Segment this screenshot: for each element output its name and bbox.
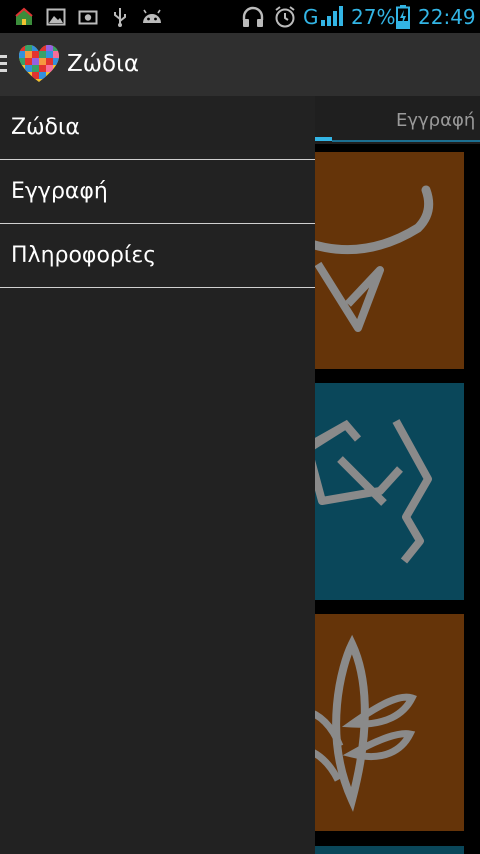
zodiac-tile[interactable] xyxy=(300,152,464,369)
app-title: Ζώδια xyxy=(67,51,140,77)
navigation-drawer: Ζώδια Εγγραφή Πληροφορίες xyxy=(0,96,315,854)
headphones-icon xyxy=(242,6,264,27)
status-bar: G 27% 22:49 xyxy=(0,0,480,33)
drawer-item-zodiac[interactable]: Ζώδια xyxy=(0,96,315,160)
signal-icon xyxy=(321,6,343,26)
drawer-item-label: Ζώδια xyxy=(11,115,80,140)
zodiac-tile[interactable] xyxy=(300,383,464,600)
tab-register[interactable]: Εγγραφή xyxy=(396,109,475,133)
tab-underline xyxy=(332,140,480,142)
drawer-item-label: Πληροφορίες xyxy=(11,243,157,268)
home-app-icon xyxy=(15,7,33,25)
drawer-item-label: Εγγραφή xyxy=(11,179,108,204)
cancer-icon xyxy=(304,419,432,564)
network-type-label: G xyxy=(303,5,319,29)
gallery-icon xyxy=(46,8,66,26)
action-bar: Ζώδια xyxy=(0,33,480,96)
battery-charging-icon xyxy=(396,5,410,29)
heart-mosaic-logo[interactable] xyxy=(18,44,60,84)
taurus-icon xyxy=(300,185,434,332)
battery-percent-label: 27% xyxy=(351,5,396,29)
alarm-icon xyxy=(275,6,295,28)
android-debug-icon xyxy=(143,9,161,23)
zodiac-tile[interactable] xyxy=(300,846,464,854)
screenshot-icon xyxy=(78,10,98,25)
drawer-item-info[interactable]: Πληροφορίες xyxy=(0,224,315,288)
usb-icon xyxy=(114,8,126,27)
zodiac-tile[interactable] xyxy=(300,614,464,831)
drawer-item-register[interactable]: Εγγραφή xyxy=(0,160,315,224)
drawer-menu-icon[interactable] xyxy=(0,55,8,75)
clock-label: 22:49 xyxy=(418,5,476,29)
virgo-icon xyxy=(300,634,417,812)
